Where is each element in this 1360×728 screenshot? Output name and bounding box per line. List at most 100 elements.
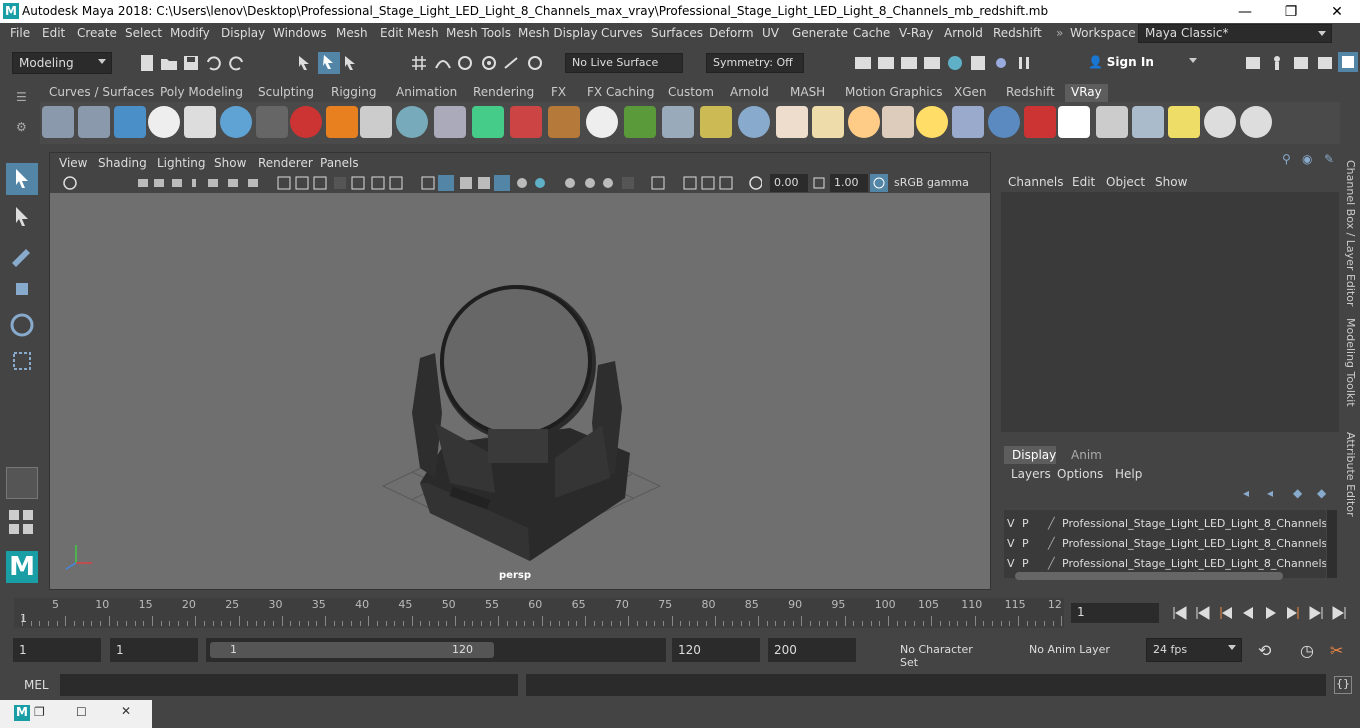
layer-playback-toggle[interactable]: P bbox=[1022, 557, 1029, 570]
vray-proxy-icon[interactable] bbox=[290, 106, 322, 138]
menu-vray[interactable]: V-Ray bbox=[899, 26, 933, 40]
open-scene-icon[interactable] bbox=[160, 54, 178, 72]
menu-uv[interactable]: UV bbox=[762, 26, 779, 40]
animation-start-field[interactable]: 1 bbox=[13, 638, 101, 662]
tab-arnold[interactable]: Arnold bbox=[724, 84, 775, 102]
render-frame-icon[interactable] bbox=[877, 54, 895, 72]
move-layer-up-icon[interactable]: ◂ bbox=[1243, 486, 1249, 500]
vray-checker-icon[interactable] bbox=[1058, 106, 1090, 138]
tool-settings-icon[interactable] bbox=[1316, 54, 1334, 72]
vray-spot-light-icon[interactable] bbox=[812, 106, 844, 138]
vray-image-icon[interactable] bbox=[1096, 106, 1128, 138]
maya-logo-icon[interactable]: M bbox=[14, 705, 30, 721]
range-slider[interactable]: 1 120 bbox=[206, 638, 666, 662]
save-scene-icon[interactable] bbox=[182, 54, 200, 72]
vray-curve-icon[interactable] bbox=[700, 106, 732, 138]
move-tool-icon[interactable] bbox=[6, 273, 38, 305]
snap-point-icon[interactable] bbox=[456, 54, 474, 72]
vray-particles-icon[interactable] bbox=[662, 106, 694, 138]
vray-render-settings-icon[interactable] bbox=[42, 106, 74, 138]
playback-end-field[interactable]: 120 bbox=[672, 638, 760, 662]
vray-plane-icon[interactable] bbox=[360, 106, 392, 138]
auto-key-icon[interactable]: ◷ bbox=[1300, 641, 1314, 660]
menu-overflow-icon[interactable]: » bbox=[1056, 26, 1063, 40]
rotate-tool-icon[interactable] bbox=[6, 309, 38, 341]
tab-rigging[interactable]: Rigging bbox=[325, 84, 382, 102]
vray-mesh-light-icon[interactable] bbox=[510, 106, 542, 138]
menu-generate[interactable]: Generate bbox=[792, 26, 848, 40]
move-layer-down-icon[interactable]: ◂ bbox=[1267, 486, 1273, 500]
vray-texture-icon[interactable] bbox=[548, 106, 580, 138]
menu-mesh[interactable]: Mesh bbox=[336, 26, 368, 40]
color-space-field[interactable]: sRGB gamma bbox=[890, 174, 978, 192]
vray-stripe-icon[interactable] bbox=[1024, 106, 1056, 138]
viewport-menu-show[interactable]: Show bbox=[214, 156, 246, 170]
vray-frame-buffer-icon[interactable] bbox=[114, 106, 146, 138]
tab-curves-surfaces[interactable]: Curves / Surfaces bbox=[43, 84, 160, 102]
help-menu[interactable]: Help bbox=[1115, 467, 1142, 481]
menu-display[interactable]: Display bbox=[221, 26, 265, 40]
go-to-start-icon[interactable] bbox=[1170, 604, 1188, 622]
vray-bulb-icon[interactable] bbox=[1168, 106, 1200, 138]
tab-vray[interactable]: VRay bbox=[1065, 84, 1108, 102]
channels-edit-menu[interactable]: Edit bbox=[1072, 175, 1095, 189]
vray-material-icon[interactable] bbox=[184, 106, 216, 138]
layers-menu[interactable]: Layers bbox=[1011, 467, 1051, 481]
menu-deform[interactable]: Deform bbox=[709, 26, 754, 40]
menu-mesh-display[interactable]: Mesh Display bbox=[518, 26, 598, 40]
vray-environment-icon[interactable] bbox=[472, 106, 504, 138]
viewport-menu-view[interactable]: View bbox=[59, 156, 87, 170]
help-icon[interactable] bbox=[1240, 106, 1272, 138]
layer-playback-toggle[interactable]: P bbox=[1022, 537, 1029, 550]
close-button[interactable]: ✕ bbox=[1314, 2, 1360, 22]
layer-row[interactable]: V P ╱ Professional_Stage_Light_LED_Light… bbox=[1004, 534, 1326, 554]
layer-row[interactable]: V P ╱ Professional_Stage_Light_LED_Light… bbox=[1004, 514, 1326, 534]
character-set-field[interactable]: No Character Set bbox=[894, 638, 998, 669]
character-controls-icon[interactable] bbox=[1268, 54, 1286, 72]
ipr-render-icon[interactable] bbox=[900, 54, 918, 72]
tab-fx[interactable]: FX bbox=[545, 84, 572, 102]
time-slider[interactable]: 5 10 15 20 25 30 35 40 45 50 55 60 65 70 75 80 85 90 95 100… bbox=[14, 598, 1064, 628]
layer-name[interactable]: Professional_Stage_Light_LED_Light_8_Cha… bbox=[1062, 517, 1326, 530]
tab-motion-graphics[interactable]: Motion Graphics bbox=[839, 84, 949, 102]
new-layer-icon[interactable]: ◆ bbox=[1293, 486, 1302, 500]
vray-ball-icon[interactable] bbox=[988, 106, 1020, 138]
vray-fur-icon[interactable] bbox=[624, 106, 656, 138]
modeling-toolkit-icon[interactable] bbox=[1244, 54, 1262, 72]
vray-sphere-icon[interactable] bbox=[220, 106, 252, 138]
render-settings-icon[interactable] bbox=[923, 54, 941, 72]
lasso-tool-icon[interactable] bbox=[6, 201, 38, 233]
select-hierarchy-icon[interactable] bbox=[296, 54, 314, 72]
sign-in-button[interactable]: 👤 Sign In bbox=[1082, 52, 1202, 74]
render-setup-icon[interactable] bbox=[969, 54, 987, 72]
maximize-button[interactable]: ❐ bbox=[1268, 2, 1314, 22]
redo-icon[interactable] bbox=[228, 54, 246, 72]
play-forward-icon[interactable] bbox=[1262, 604, 1280, 622]
step-forward-frame-icon[interactable] bbox=[1285, 604, 1303, 622]
vray-sun-icon[interactable] bbox=[396, 106, 428, 138]
playback-start-field[interactable]: 1 bbox=[110, 638, 198, 662]
menu-curves[interactable]: Curves bbox=[601, 26, 643, 40]
tab-display[interactable]: Display bbox=[1004, 446, 1056, 464]
menu-edit[interactable]: Edit bbox=[42, 26, 65, 40]
select-component-icon[interactable] bbox=[342, 54, 360, 72]
symmetry-field[interactable]: Symmetry: Off bbox=[706, 53, 804, 73]
minimize-button[interactable]: — bbox=[1222, 2, 1268, 22]
side-tab-attribute-editor[interactable]: Attribute Editor bbox=[1344, 432, 1357, 532]
light-editor-icon[interactable] bbox=[992, 54, 1010, 72]
tab-fx-caching[interactable]: FX Caching bbox=[581, 84, 660, 102]
vray-table-icon[interactable] bbox=[1132, 106, 1164, 138]
menu-cache[interactable]: Cache bbox=[853, 26, 890, 40]
vray-cone-icon[interactable] bbox=[434, 106, 466, 138]
layer-color-icon[interactable]: ╱ bbox=[1048, 517, 1055, 530]
current-frame-field[interactable]: 1 bbox=[1071, 603, 1159, 623]
gamma-icon[interactable] bbox=[812, 176, 826, 190]
vray-cloud-icon[interactable] bbox=[1204, 106, 1236, 138]
menu-windows[interactable]: Windows bbox=[273, 26, 327, 40]
channels-show-menu[interactable]: Show bbox=[1155, 175, 1187, 189]
snap-surface-icon[interactable] bbox=[502, 54, 520, 72]
vray-ies-light-icon[interactable] bbox=[882, 106, 914, 138]
channels-menu[interactable]: Channels bbox=[1008, 175, 1064, 189]
play-backward-icon[interactable] bbox=[1239, 604, 1257, 622]
viewport-menu-panels[interactable]: Panels bbox=[320, 156, 359, 170]
